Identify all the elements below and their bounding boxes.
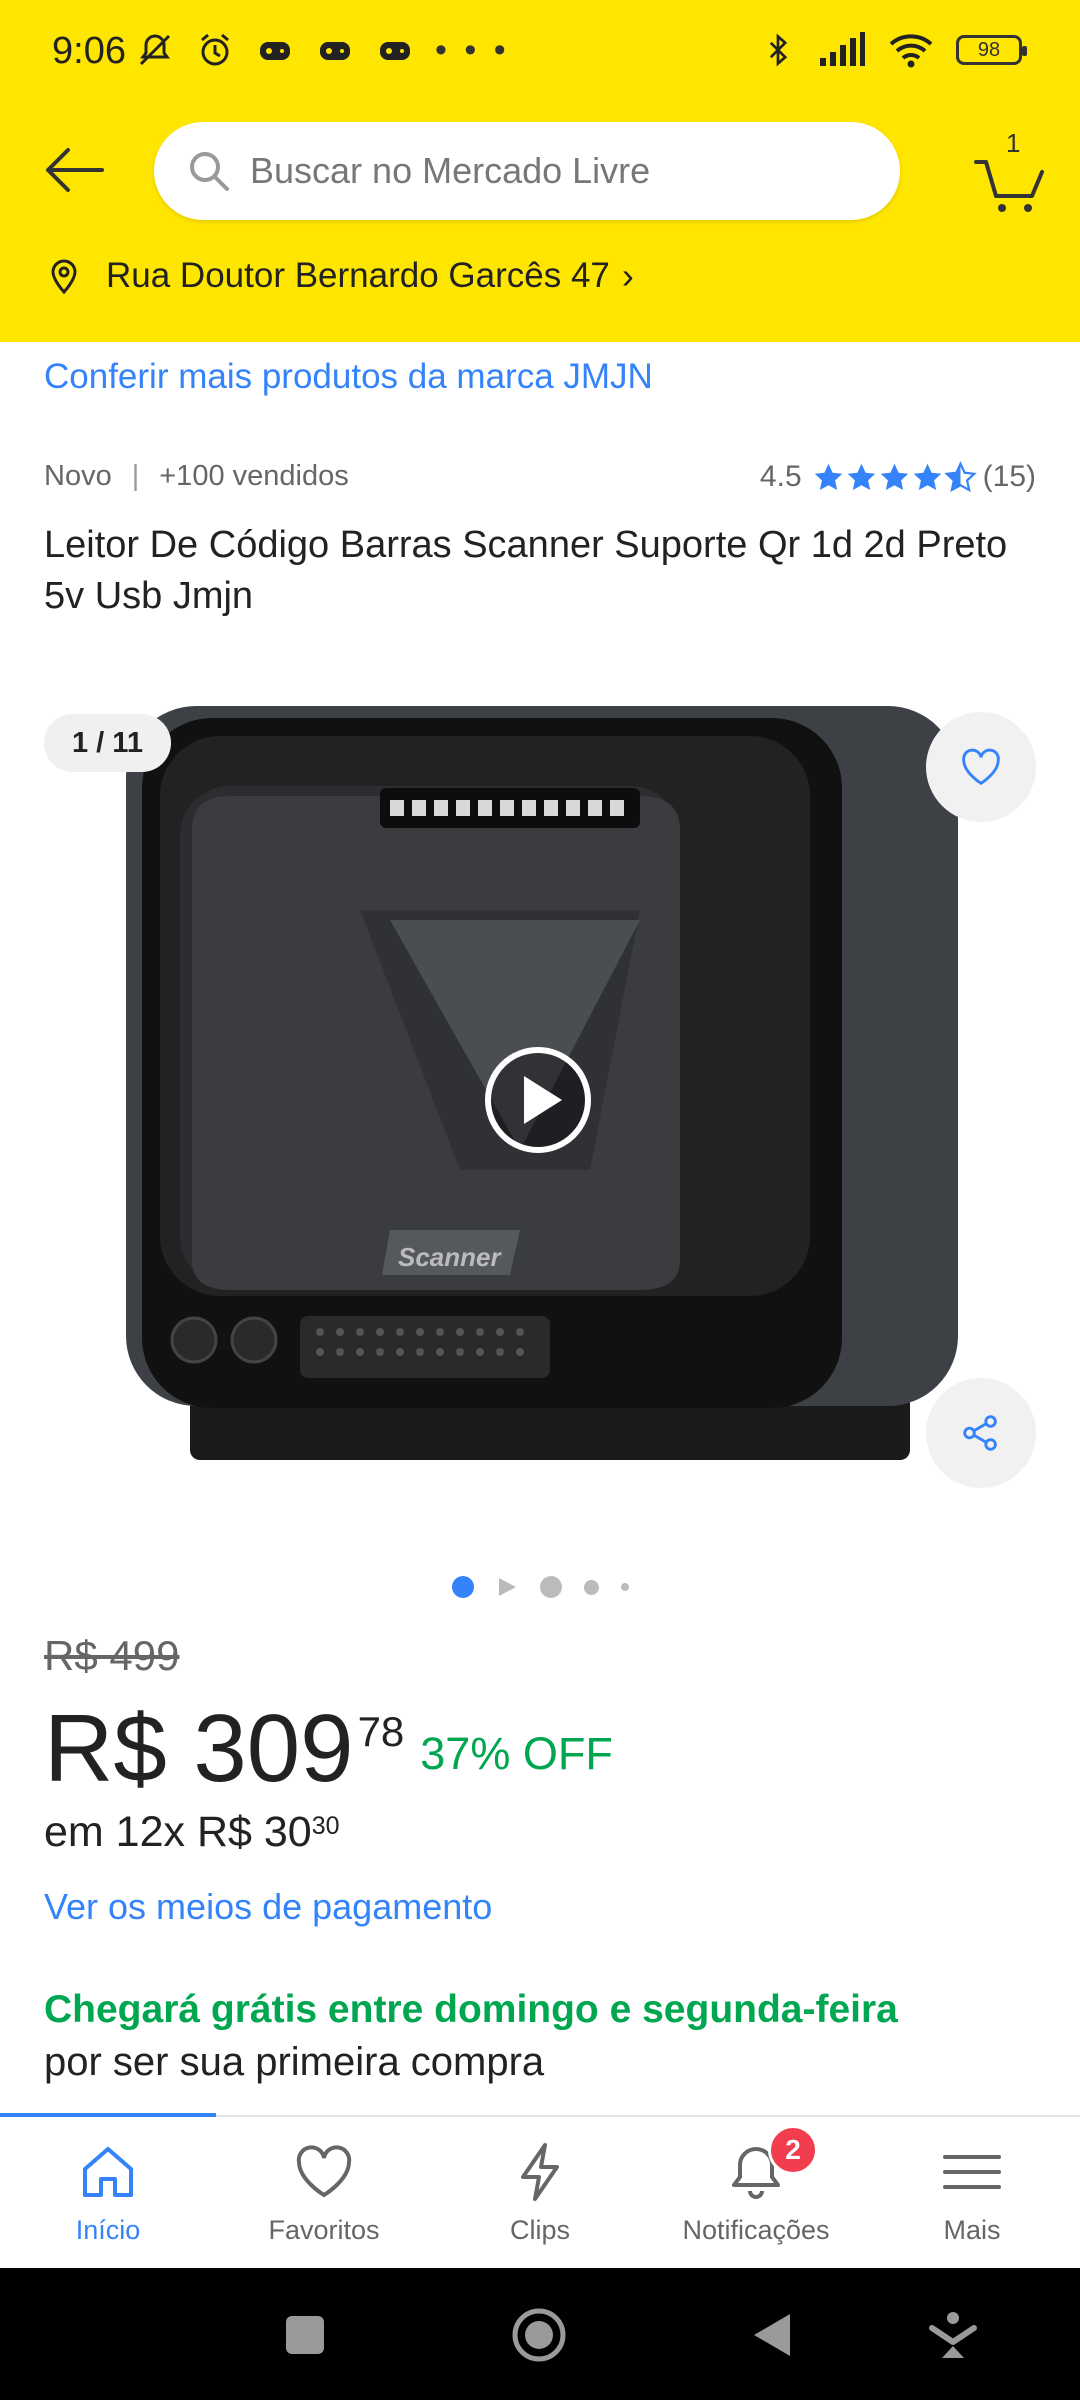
alarm-icon [201,33,229,66]
top-bar: 1 [0,118,1080,224]
rating-stars [812,460,977,494]
pagination-dot [620,1583,629,1591]
image-counter: 1 / 11 [44,714,171,772]
star-full-icon [847,463,875,490]
address-text: Rua Doutor Bernardo Garcês 47 [106,256,610,295]
keyboard-hide-icon[interactable] [924,2306,982,2364]
nav-label: Clips [509,2215,570,2245]
video-indicator-icon [498,1578,516,1596]
product-meta: Novo | +100 vendidos [44,460,349,493]
nav-item-clips[interactable]: Clips [432,2117,648,2267]
share-button[interactable] [926,1378,1036,1488]
installments-info: em 12x R$ 3030 [44,1808,340,1857]
home-icon [83,2147,133,2197]
bottom-navigation: Início Favoritos Clips 2 Notificações Ma… [0,2113,1080,2267]
scanner-label-text: Scanner [398,1242,502,1272]
discount-badge: 37% OFF [420,1728,613,1779]
product-gallery[interactable]: Scanner 1 / 11 [0,700,1080,1520]
back-button-icon[interactable] [744,2306,802,2364]
pagination-dot [539,1576,562,1598]
nav-label: Favoritos [268,2215,380,2245]
condition-label: Novo [44,460,112,492]
current-price: R$ 309 78 37% OFF [44,1694,613,1804]
cart-button[interactable]: 1 [970,128,1060,218]
favorite-button[interactable] [926,712,1036,822]
nav-label: Mais [943,2215,1001,2245]
heart-icon [296,2145,352,2198]
star-full-icon [814,463,842,490]
more-notifications: • • • [435,30,510,69]
rating-count: (15) [982,460,1036,493]
chevron-right-icon: › [621,255,634,296]
recent-apps-icon[interactable] [276,2306,334,2364]
bluetooth-icon [769,33,788,67]
battery-indicator: 98 [956,35,1027,65]
pagination-dot-active [451,1576,474,1598]
play-video-icon[interactable] [482,1044,594,1156]
sold-count: +100 vendidos [159,460,349,492]
header: 9:06 • • • 98 1 Rua Doutor Bernardo G [0,0,1080,342]
original-price: R$ 499 [44,1632,180,1679]
installments-cents: 30 [311,1812,340,1840]
notifications-badge: 2 [768,2125,818,2175]
status-system-icons: 98 [760,30,1027,70]
nav-label: Início [75,2215,141,2245]
share-icon [963,1415,997,1451]
price-amount: R$ 309 [44,1695,354,1802]
signal-icon [820,32,865,66]
search-bar[interactable] [154,122,900,220]
heart-icon [962,748,1000,785]
game-icon-3 [380,42,410,60]
menu-icon [943,2155,1001,2189]
star-full-icon [880,463,908,490]
star-full-icon [913,463,941,490]
shipping-subtext: por ser sua primeira compra [44,2040,545,2084]
nav-item-notificacoes[interactable]: 2 Notificações [648,2117,864,2267]
nav-item-favoritos[interactable]: Favoritos [216,2117,432,2267]
status-bar: 9:06 • • • 98 [0,0,1080,110]
system-navigation-bar [0,2268,1080,2400]
product-title: Leitor De Código Barras Scanner Suporte … [44,524,1008,617]
meta-separator: | [131,460,140,492]
home-button-icon[interactable] [510,2306,568,2364]
brand-link[interactable]: Conferir mais produtos da marca JMJN [44,357,653,397]
cart-count: 1 [1006,128,1021,158]
nav-item-inicio[interactable]: Início [0,2117,216,2267]
installments-amount: em 12x R$ 30 [44,1808,312,1856]
delivery-address[interactable]: Rua Doutor Bernardo Garcês 47 › [44,255,634,297]
location-pin-icon [51,259,77,295]
back-arrow-icon[interactable] [40,140,110,200]
price-cents: 78 [357,1708,405,1755]
rating-value: 4.5 [759,460,802,493]
status-notification-icons: • • • [135,30,510,70]
payment-methods-link[interactable]: Ver os meios de pagamento [44,1886,492,1928]
game-icon-2 [320,42,350,60]
game-icon [260,42,290,60]
rating-summary[interactable]: 4.5 (15) [760,460,1036,494]
search-icon [190,152,229,191]
lightning-icon [521,2143,559,2201]
mute-icon [139,34,171,66]
nav-label: Notificações [682,2215,830,2245]
wifi-icon [889,34,933,68]
nav-item-mais[interactable]: Mais [864,2117,1080,2267]
pagination-dot [583,1579,599,1595]
search-input[interactable] [250,150,850,192]
status-time: 9:06 [52,30,126,72]
star-half-icon [943,460,977,492]
gallery-pagination [0,1576,1080,1598]
shipping-info: Chegará grátis entre domingo e segunda-f… [44,1988,898,2031]
